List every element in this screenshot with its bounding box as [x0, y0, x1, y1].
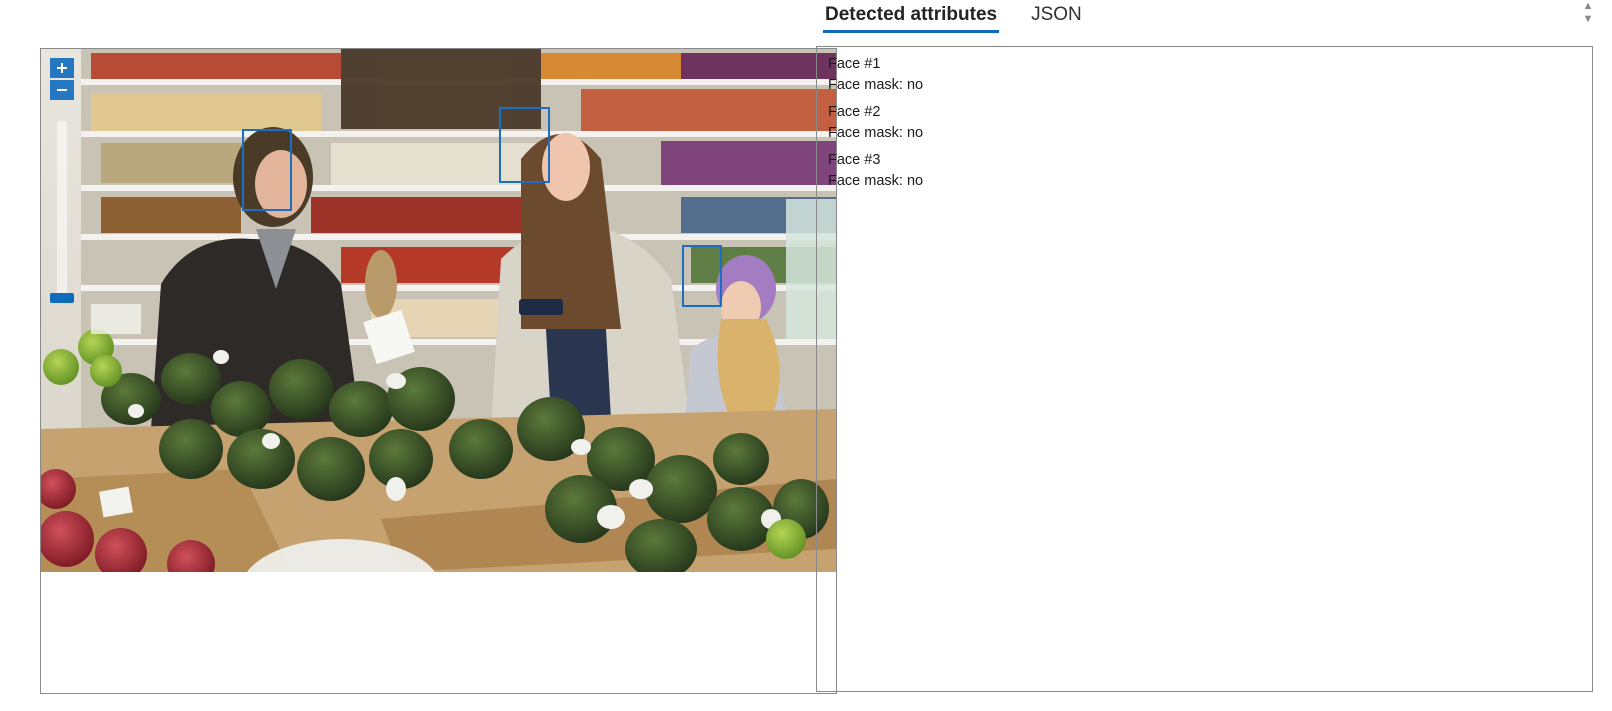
face-title: Face #1 — [828, 56, 881, 72]
face-box-1[interactable] — [242, 129, 292, 211]
zoom-controls — [50, 58, 74, 100]
zoom-in-button[interactable] — [50, 58, 74, 78]
face-entry-1: Face #1 Face mask: no — [828, 54, 1581, 96]
face-title: Face #2 — [828, 104, 881, 120]
tab-json[interactable]: JSON — [1029, 0, 1084, 33]
zoom-slider-thumb[interactable] — [50, 293, 74, 303]
scroll-up-icon[interactable]: ▲ — [1581, 0, 1595, 13]
plus-icon — [57, 63, 67, 73]
face-mask-attribute: Face mask: no — [828, 77, 924, 93]
face-entry-3: Face #3 Face mask: no — [828, 150, 1581, 192]
face-box-3[interactable] — [682, 245, 722, 307]
scroll-arrows: ▲ ▼ — [1581, 0, 1595, 30]
detected-attributes-panel: Face #1 Face mask: no Face #2 Face mask:… — [816, 46, 1593, 692]
zoom-out-button[interactable] — [50, 80, 74, 100]
image-viewer[interactable] — [40, 48, 837, 694]
face-mask-attribute: Face mask: no — [828, 125, 924, 141]
face-title: Face #3 — [828, 152, 881, 168]
scroll-down-icon[interactable]: ▼ — [1581, 13, 1595, 26]
grocery-photo — [41, 49, 836, 572]
zoom-slider-track[interactable] — [57, 121, 67, 299]
face-mask-attribute: Face mask: no — [828, 173, 924, 189]
photo-illustration — [41, 49, 836, 572]
face-entry-2: Face #2 Face mask: no — [828, 102, 1581, 144]
tab-detected-attributes[interactable]: Detected attributes — [823, 0, 1000, 33]
result-tabs: Detected attributes JSON — [823, 0, 1084, 36]
face-box-2[interactable] — [499, 107, 550, 183]
minus-icon — [57, 89, 67, 91]
